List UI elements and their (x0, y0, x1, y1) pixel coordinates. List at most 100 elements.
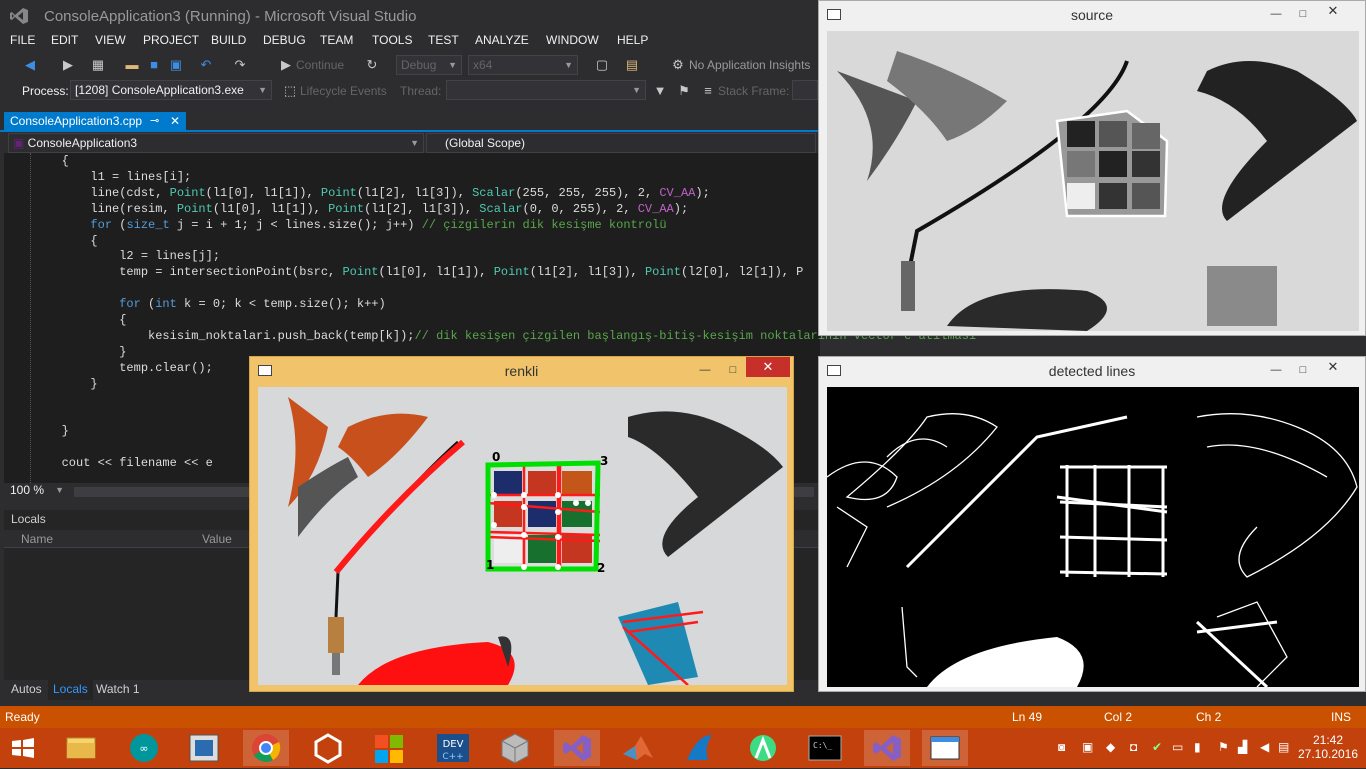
menu-test[interactable]: TEST (428, 33, 459, 47)
forward-icon[interactable]: ▶ (60, 57, 76, 73)
minimize-icon[interactable]: — (1269, 7, 1283, 21)
menu-analyze[interactable]: ANALYZE (475, 33, 529, 47)
config-combo[interactable]: Debug ▼ (396, 55, 462, 75)
close-icon[interactable]: ✕ (1311, 357, 1355, 377)
taskbar-explorer[interactable] (58, 730, 104, 766)
taskbar-cube-app[interactable] (492, 730, 538, 766)
platform-combo[interactable]: x64 ▼ (468, 55, 578, 75)
wifi-icon[interactable]: ▟ (1238, 740, 1247, 754)
record-icon[interactable]: ◙ (1058, 740, 1065, 754)
menu-debug[interactable]: DEBUG (263, 33, 306, 47)
menu-file[interactable]: FILE (10, 33, 35, 47)
menu-edit[interactable]: EDIT (51, 33, 78, 47)
lifecycle-events-button[interactable]: Lifecycle Events (300, 84, 387, 98)
pin-icon[interactable]: ⊸ (150, 112, 159, 131)
language-icon[interactable]: ▤ (1278, 740, 1289, 754)
redo-icon[interactable]: ↷ (232, 57, 248, 73)
flag-icon[interactable]: ⚑ (676, 83, 692, 99)
stack-frame-combo[interactable] (792, 80, 818, 100)
code-line[interactable]: for (int k = 0; k < temp.size(); k++) (4, 297, 385, 311)
code-line[interactable]: { (4, 154, 69, 168)
chat-icon[interactable]: ▭ (1172, 740, 1183, 754)
taskbar-android-studio[interactable] (740, 730, 786, 766)
taskbar-chrome[interactable] (243, 730, 289, 766)
screen-icon[interactable]: ▣ (1082, 740, 1093, 754)
taskbar-console[interactable]: C:\_ (802, 730, 848, 766)
flame-icon[interactable]: ◆ (1106, 740, 1115, 754)
taskbar-matlab[interactable] (615, 730, 661, 766)
volume-icon[interactable]: ◀ (1260, 740, 1269, 754)
code-line[interactable]: line(resim, Point(l1[0], l1[1]), Point(l… (4, 202, 688, 216)
minimize-icon[interactable]: — (1269, 363, 1283, 377)
continue-button[interactable]: Continue (296, 58, 344, 72)
minimize-icon[interactable]: — (698, 363, 712, 377)
code-line[interactable]: } (4, 345, 126, 359)
tab-autos[interactable]: Autos (11, 682, 42, 696)
code-line[interactable]: l1 = lines[i]; (4, 170, 191, 184)
taskbar-opencv-window[interactable] (922, 730, 968, 766)
thread-combo[interactable]: ▼ (446, 80, 646, 100)
source-window[interactable]: source — □ ✕ (818, 0, 1366, 336)
taskbar-unity[interactable] (305, 730, 351, 766)
stack-icon[interactable]: ≡ (700, 83, 716, 99)
clock[interactable]: 21:42 27.10.2016 (1296, 733, 1360, 761)
taskbar-arduino[interactable]: ∞ (121, 730, 167, 766)
taskbar-wireshark[interactable] (678, 730, 724, 766)
code-line[interactable]: cout << filename << e (4, 456, 213, 470)
column-name[interactable]: Name (21, 532, 53, 546)
code-line[interactable]: { (4, 234, 97, 248)
close-icon[interactable]: ✕ (746, 357, 790, 377)
project-combo[interactable]: ▣ ConsoleApplication3 ▼ (8, 133, 424, 153)
tab-consoleapplication3-cpp[interactable]: ConsoleApplication3.cpp ⊸ ✕ (4, 112, 186, 132)
taskbar-app3[interactable] (181, 730, 227, 766)
code-line[interactable]: { (4, 313, 126, 327)
renkli-window[interactable]: renkli — □ ✕ 0 1 2 3 (249, 356, 794, 692)
detected-lines-window[interactable]: detected lines — □ ✕ (818, 356, 1366, 692)
menu-project[interactable]: PROJECT (143, 33, 199, 47)
restart-icon[interactable]: ↻ (364, 57, 380, 73)
filter-icon[interactable]: ▼ (652, 83, 668, 99)
insights-icon[interactable]: ⚙ (670, 57, 686, 73)
zoom-combo[interactable]: 100 % ▼ (6, 483, 68, 500)
scope-combo[interactable]: (Global Scope) (426, 133, 816, 153)
taskbar-visual-studio[interactable] (554, 730, 600, 766)
menu-team[interactable]: TEAM (320, 33, 353, 47)
code-line[interactable]: for (size_t j = i + 1; j < lines.size();… (4, 218, 666, 232)
lifecycle-icon[interactable]: ⬚ (282, 83, 298, 99)
insights-label[interactable]: No Application Insights (689, 58, 810, 72)
menu-window[interactable]: WINDOW (546, 33, 599, 47)
maximize-icon[interactable]: □ (1296, 363, 1310, 377)
undo-icon[interactable]: ↶ (198, 57, 214, 73)
code-line[interactable]: line(cdst, Point(l1[0], l1[1]), Point(l1… (4, 186, 709, 200)
menu-build[interactable]: BUILD (211, 33, 246, 47)
menu-view[interactable]: VIEW (95, 33, 126, 47)
open-folder-icon[interactable]: ▬ (124, 57, 140, 73)
flag-icon[interactable]: ⚑ (1218, 740, 1229, 754)
taskbar-visual-studio-2[interactable] (864, 730, 910, 766)
new-project-icon[interactable]: ▦ (90, 57, 106, 73)
camera-icon[interactable]: ◘ (1130, 740, 1137, 754)
code-line[interactable]: } (4, 377, 97, 391)
taskbar-office[interactable] (366, 730, 412, 766)
code-line[interactable]: } (4, 424, 69, 438)
save-icon[interactable]: ■ (146, 57, 162, 73)
tab-locals[interactable]: Locals (48, 680, 93, 700)
solution-icon[interactable]: ▤ (624, 57, 640, 73)
process-combo[interactable]: [1208] ConsoleApplication3.exe ▼ (70, 80, 272, 100)
tab-watch-1[interactable]: Watch 1 (96, 682, 140, 696)
check-icon[interactable]: ✔ (1152, 740, 1162, 754)
code-line[interactable]: temp.clear(); (4, 361, 213, 375)
code-line[interactable]: l2 = lines[j]; (4, 249, 220, 263)
close-icon[interactable]: ✕ (1311, 1, 1355, 21)
battery-icon[interactable]: ▮ (1194, 740, 1201, 754)
code-line[interactable]: temp = intersectionPoint(bsrc, Point(l1[… (4, 265, 803, 279)
close-icon[interactable]: ✕ (170, 112, 180, 131)
menu-tools[interactable]: TOOLS (372, 33, 412, 47)
start-button[interactable] (0, 730, 46, 766)
taskbar-devcpp[interactable]: DEV C++ (430, 730, 476, 766)
save-all-icon[interactable]: ▣ (168, 57, 184, 73)
maximize-icon[interactable]: □ (726, 363, 740, 377)
back-icon[interactable]: ◀ (22, 57, 38, 73)
column-value[interactable]: Value (202, 532, 232, 546)
maximize-icon[interactable]: □ (1296, 7, 1310, 21)
